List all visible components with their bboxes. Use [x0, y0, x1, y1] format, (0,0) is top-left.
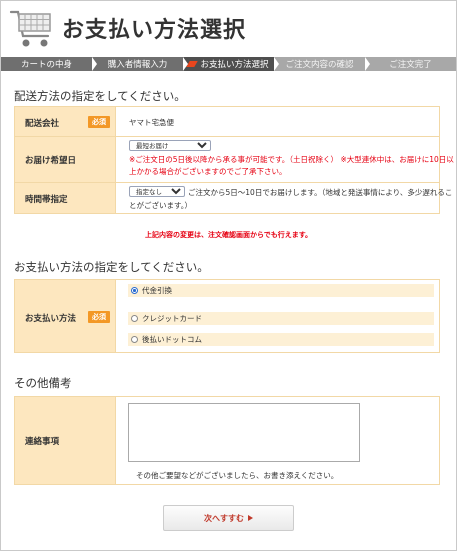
payment-option-label: クレジットカード [142, 314, 202, 323]
delivery-company-value: ヤマト宅急便 [129, 118, 174, 127]
change-note: 上記内容の変更は、注文確認画面からでも行えます。 [144, 231, 313, 239]
delivery-table: 配送会社 必須 ヤマト宅急便 お届け希望日 最短お届け ※ご注文日の5日後以降か… [14, 106, 454, 214]
required-badge: 必須 [88, 311, 110, 323]
step-buyer-info: 購入者情報入力 [92, 57, 188, 71]
step-confirm: ご注文内容の確認 [274, 57, 370, 71]
radio-unselected[interactable] [131, 336, 138, 343]
step-payment-current: お支払い方法選択 [183, 57, 279, 71]
payment-section-title: お支払い方法の指定をしてください。 [14, 260, 209, 274]
shopping-cart-icon [8, 6, 54, 50]
delivery-time-label: 時間帯指定 [25, 195, 68, 205]
payment-option-label: 代金引換 [142, 286, 172, 295]
radio-selected[interactable] [131, 287, 138, 294]
delivery-company-label-cell: 配送会社 必須 [14, 106, 116, 137]
delivery-date-value-cell: 最短お届け ※ご注文日の5日後以降から承る事が可能です。（土日祝除く） ※大型連… [115, 136, 454, 183]
contact-note: その他ご要望などがございましたら、お書き添えください。 [136, 471, 339, 480]
payment-option-atobarai[interactable]: 後払いドットコム [128, 333, 434, 346]
delivery-date-note-1: ※ご注文日の5日後以降から承る事が可能です。（土日祝除く） ※大型連休中は、お届… [129, 155, 454, 164]
step-label: 購入者情報入力 [107, 60, 168, 70]
payment-label: お支払い方法 [25, 314, 77, 324]
delivery-company-label: 配送会社 [25, 119, 60, 129]
delivery-date-label-cell: お届け希望日 [14, 136, 116, 183]
progress-steps: カートの中身 購入者情報入力 お支払い方法選択 ご注文内容の確認 ご注文完了 [1, 57, 456, 71]
delivery-time-select[interactable]: 指定なし [129, 186, 185, 197]
arrow-right-icon [248, 515, 253, 521]
delivery-date-note-2: 上かかる場合がございますのでご了承下さい。 [129, 167, 287, 176]
step-label: ご注文内容の確認 [285, 60, 354, 70]
delivery-time-note-1: ご注文から5日〜10日でお届けします。（地域と発送事情により、多少遅れるこ [188, 188, 453, 197]
payment-label-cell: お支払い方法 必須 [14, 279, 116, 353]
delivery-date-label: お届け希望日 [25, 156, 77, 166]
contact-label-cell: 連絡事項 [14, 396, 116, 485]
delivery-time-label-cell: 時間帯指定 [14, 182, 116, 214]
other-section-title: その他備考 [14, 376, 72, 390]
delivery-time-value-cell: 指定なし ご注文から5日〜10日でお届けします。（地域と発送事情により、多少遅れ… [115, 182, 452, 214]
pencil-icon [186, 61, 199, 67]
delivery-section-title: 配送方法の指定をしてください。 [14, 89, 186, 103]
radio-unselected[interactable] [131, 315, 138, 322]
step-label: カートの中身 [20, 60, 72, 70]
next-button[interactable]: 次へすすむ [163, 505, 294, 531]
step-cart: カートの中身 [1, 57, 97, 71]
page-title: お支払い方法選択 [62, 18, 247, 43]
payment-option-label: 後払いドットコム [142, 335, 202, 344]
contact-label: 連絡事項 [25, 437, 60, 447]
step-label: ご注文完了 [389, 60, 432, 70]
contact-textarea[interactable] [128, 403, 360, 462]
step-complete: ご注文完了 [365, 57, 456, 71]
header: お支払い方法選択 [0, 0, 457, 57]
delivery-company-value-cell: ヤマト宅急便 [115, 106, 440, 137]
delivery-time-note-2: とがございます。） [129, 201, 192, 210]
delivery-date-select[interactable]: 最短お届け [129, 140, 211, 151]
payment-option-cod[interactable]: 代金引換 [128, 284, 434, 297]
required-badge: 必須 [88, 116, 110, 128]
next-button-label: 次へすすむ [204, 513, 244, 523]
payment-option-credit-card[interactable]: クレジットカード [128, 312, 434, 325]
step-label: お支払い方法選択 [200, 60, 269, 70]
